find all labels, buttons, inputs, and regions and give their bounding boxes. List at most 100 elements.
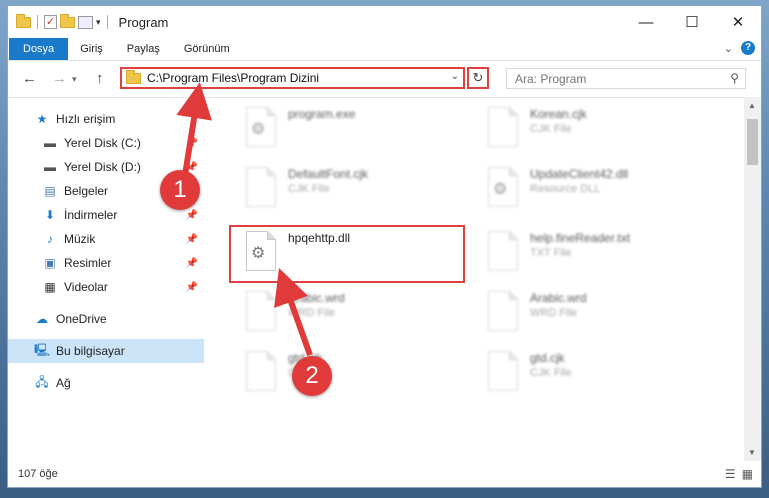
navigation-pane: ★ Hızlı erişim ▬ Yerel Disk (C:) 📌 ▬ Yer… <box>8 97 204 461</box>
search-icon[interactable]: ⚲ <box>730 71 739 85</box>
tab-giris[interactable]: Giriş <box>68 38 115 60</box>
vertical-scrollbar[interactable]: ▲ ▼ <box>744 97 761 461</box>
sidebar-item-label: OneDrive <box>56 312 107 326</box>
file-name: help.fineReader.txt <box>530 231 631 245</box>
scroll-down-icon[interactable]: ▼ <box>748 448 756 457</box>
window-controls: — ☐ ✕ <box>623 6 761 38</box>
toolbar-divider <box>37 15 38 29</box>
ribbon-tabs: Dosya Giriş Paylaş Görünüm ⌄ ? <box>8 38 761 60</box>
tab-gorunum[interactable]: Görünüm <box>172 38 242 60</box>
help-icon[interactable]: ? <box>741 41 755 55</box>
star-icon: ★ <box>36 112 48 126</box>
sidebar-item-label: Ağ <box>56 376 71 390</box>
pin-icon[interactable]: 📌 <box>186 258 198 269</box>
customize-icon[interactable] <box>78 15 93 29</box>
file-name: gtd.cjk <box>530 351 565 365</box>
cloud-icon: ☁ <box>36 312 48 326</box>
forward-button[interactable]: → <box>52 70 67 87</box>
title-bar: ✓ ▾ Program — ☐ ✕ <box>8 6 761 38</box>
file-type: WRD File <box>288 307 336 319</box>
drive-icon: ▬ <box>44 136 56 150</box>
explorer-window: ✓ ▾ Program — ☐ ✕ Dosya Giriş Paylaş Gör… <box>7 5 762 488</box>
callout-badge-1: 1 <box>160 170 200 210</box>
sidebar-item-label: Videolar <box>64 280 108 294</box>
quick-access-toolbar: ✓ ▾ <box>16 13 111 29</box>
sidebar-item-disk-c[interactable]: ▬ Yerel Disk (C:) 📌 <box>8 131 204 155</box>
pin-icon[interactable]: 📌 <box>186 282 198 293</box>
file-type: WRD File <box>530 307 578 319</box>
expand-ribbon-icon[interactable]: ⌄ <box>724 42 733 55</box>
text-file-icon <box>488 231 518 271</box>
chevron-down-icon[interactable]: ▾ <box>96 17 101 28</box>
file-name: UpdateClient42.dll <box>530 167 629 181</box>
new-folder-icon[interactable] <box>60 13 75 28</box>
view-toggle: ☰ ▦ <box>725 467 753 481</box>
back-button[interactable]: ← <box>22 70 37 87</box>
sidebar-item-label: Yerel Disk (C:) <box>64 136 141 150</box>
scroll-up-icon[interactable]: ▲ <box>748 101 756 110</box>
content-area: ★ Hızlı erişim ▬ Yerel Disk (C:) 📌 ▬ Yer… <box>8 97 761 461</box>
details-view-icon[interactable]: ☰ <box>725 467 736 481</box>
file-icon <box>488 351 518 391</box>
sidebar-item-quick-access[interactable]: ★ Hızlı erişim <box>8 107 204 131</box>
file-name: DefaultFont.cjk <box>288 167 369 181</box>
callout-badge-2: 2 <box>292 356 332 396</box>
file-item[interactable]: help.fineReader.txt TXT File <box>480 227 720 283</box>
sidebar-item-videos[interactable]: ▦ Videolar 📌 <box>8 275 204 299</box>
file-type: CJK File <box>288 183 330 195</box>
sidebar-item-label: Hızlı erişim <box>56 112 116 126</box>
file-type: Resource DLL <box>530 183 601 195</box>
toolbar-divider <box>106 15 108 29</box>
address-dropdown-icon[interactable]: ⌄ <box>451 71 459 82</box>
large-icons-view-icon[interactable]: ▦ <box>742 467 753 481</box>
properties-check-icon[interactable]: ✓ <box>44 15 57 29</box>
file-type: CJK File <box>530 367 572 379</box>
sidebar-item-onedrive[interactable]: ☁ OneDrive <box>8 307 204 331</box>
drive-icon: ▬ <box>44 160 56 174</box>
file-item[interactable]: ⚙ program.exe <box>238 103 478 159</box>
file-item[interactable]: gtd.cjk CJK File <box>480 347 720 403</box>
sidebar-item-label: Belgeler <box>64 184 109 198</box>
ribbon-right-controls: ⌄ ? <box>724 41 755 55</box>
tab-paylas[interactable]: Paylaş <box>115 38 172 60</box>
sidebar-item-label: İndirmeler <box>64 208 118 222</box>
file-name: Arabic.wrd <box>530 291 587 305</box>
pin-icon[interactable]: 📌 <box>186 138 198 149</box>
file-item[interactable]: gtd.cjk CJK File <box>238 347 478 403</box>
recent-chevron-icon[interactable]: ▾ <box>72 74 77 85</box>
pin-icon[interactable]: 📌 <box>186 210 198 221</box>
sidebar-item-music[interactable]: ♪ Müzik 📌 <box>8 227 204 251</box>
sidebar-item-this-pc[interactable]: 🖳 Bu bilgisayar <box>8 339 204 363</box>
file-name: Arabic.wrd <box>288 291 345 305</box>
sidebar-item-pictures[interactable]: ▣ Resimler 📌 <box>8 251 204 275</box>
maximize-button[interactable]: ☐ <box>669 6 715 38</box>
address-bar[interactable]: C:\Program Files\Program Dizini ⌄ <box>120 67 465 89</box>
file-item[interactable]: Korean.cjk CJK File <box>480 103 720 159</box>
scrollbar-thumb[interactable] <box>747 119 758 165</box>
file-name: Korean.cjk <box>530 107 587 121</box>
search-box[interactable]: ⚲ <box>506 68 746 89</box>
up-button[interactable]: ↑ <box>96 70 104 87</box>
file-item[interactable]: Arabic.wrd WRD File <box>480 287 720 343</box>
close-button[interactable]: ✕ <box>715 6 761 38</box>
search-input[interactable] <box>513 70 717 87</box>
file-item[interactable]: DefaultFont.cjk CJK File <box>238 163 478 219</box>
file-icon <box>488 107 518 147</box>
music-icon: ♪ <box>47 232 53 246</box>
file-item[interactable]: ⚙ UpdateClient42.dll Resource DLL <box>480 163 720 219</box>
picture-icon: ▣ <box>44 256 56 270</box>
sidebar-item-label: Bu bilgisayar <box>56 344 125 358</box>
video-icon: ▦ <box>44 280 56 294</box>
refresh-button[interactable]: ↻ <box>467 67 489 89</box>
address-path[interactable]: C:\Program Files\Program Dizini <box>147 71 319 85</box>
file-type: CJK File <box>530 123 572 135</box>
pin-icon[interactable]: 📌 <box>186 234 198 245</box>
sidebar-item-label: Resimler <box>64 256 112 270</box>
file-item[interactable]: Arabic.wrd WRD File <box>238 287 478 343</box>
document-icon: ▤ <box>44 184 56 198</box>
sidebar-item-network[interactable]: 🖧 Ağ <box>8 371 204 395</box>
folder-icon[interactable] <box>16 13 31 28</box>
network-icon: 🖧 <box>35 374 49 389</box>
tab-dosya[interactable]: Dosya <box>9 38 69 60</box>
minimize-button[interactable]: — <box>623 6 669 38</box>
